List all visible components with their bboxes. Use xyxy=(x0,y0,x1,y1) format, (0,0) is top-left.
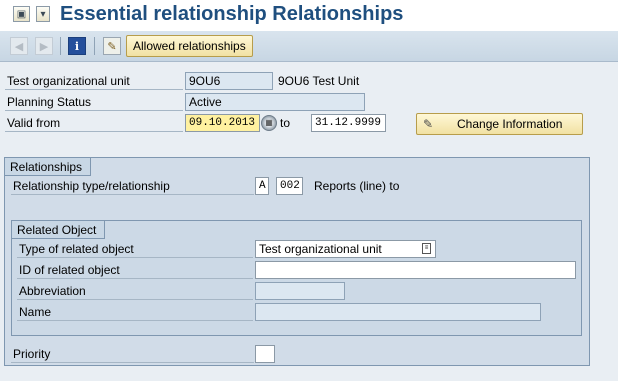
priority-label: Priority xyxy=(11,346,254,363)
related-object-type-value: Test organizational unit xyxy=(259,242,382,256)
relationship-description: Reports (line) to xyxy=(314,179,400,193)
planning-status-field: Active xyxy=(185,93,365,111)
first-page-icon[interactable]: ◀ xyxy=(10,37,28,55)
related-object-id-label: ID of related object xyxy=(17,262,253,279)
planning-status-label: Planning Status xyxy=(5,94,183,111)
related-object-type-label: Type of related object xyxy=(17,241,253,258)
allowed-relationships-button[interactable]: Allowed relationships xyxy=(126,35,253,57)
valid-from-label: Valid from xyxy=(5,115,183,132)
related-object-id-field[interactable] xyxy=(255,261,576,279)
org-unit-field: 9OU6 xyxy=(185,72,273,90)
name-label: Name xyxy=(17,304,253,321)
related-object-type-dropdown[interactable]: Test organizational unit ≡ xyxy=(255,240,436,258)
page-title: Essential relationship Relationships xyxy=(60,3,404,25)
change-information-label: Change Information xyxy=(457,117,563,131)
toolbar-divider xyxy=(60,37,61,55)
relationships-group-title: Relationships xyxy=(5,158,92,176)
relationship-type-code-field[interactable]: A xyxy=(255,177,269,195)
org-unit-label: Test organizational unit xyxy=(5,73,183,90)
valid-to-field[interactable]: 31.12.9999 xyxy=(311,114,386,132)
change-info-icon: ✎ xyxy=(423,117,434,131)
name-field xyxy=(255,303,541,321)
information-icon[interactable]: i xyxy=(68,37,86,55)
related-object-group-title: Related Object xyxy=(12,221,106,239)
title-bar: ▣ ▾ Essential relationship Relationships xyxy=(0,0,618,32)
org-unit-description: 9OU6 Test Unit xyxy=(278,74,360,88)
change-information-button[interactable]: ✎ Change Information xyxy=(416,113,583,135)
abbreviation-field xyxy=(255,282,345,300)
menu-dropdown-icon[interactable]: ▾ xyxy=(36,6,50,22)
valid-to-label: to xyxy=(280,116,291,130)
toolbar-divider xyxy=(94,37,95,55)
last-page-icon[interactable]: ▶ xyxy=(35,37,53,55)
edit-icon[interactable]: ✎ xyxy=(103,37,121,55)
system-menu-icon[interactable]: ▣ xyxy=(13,6,30,22)
dropdown-icon[interactable]: ≡ xyxy=(422,243,431,254)
valid-from-field[interactable]: 09.10.2013 xyxy=(185,114,260,132)
relationship-code-field[interactable]: 002 xyxy=(276,177,303,195)
relationship-type-label: Relationship type/relationship xyxy=(11,178,254,195)
abbreviation-label: Abbreviation xyxy=(17,283,253,300)
application-toolbar: ◀ ▶ i ✎ xyxy=(0,31,618,62)
date-picker-icon[interactable]: ▦ xyxy=(261,115,277,131)
priority-field[interactable] xyxy=(255,345,275,363)
